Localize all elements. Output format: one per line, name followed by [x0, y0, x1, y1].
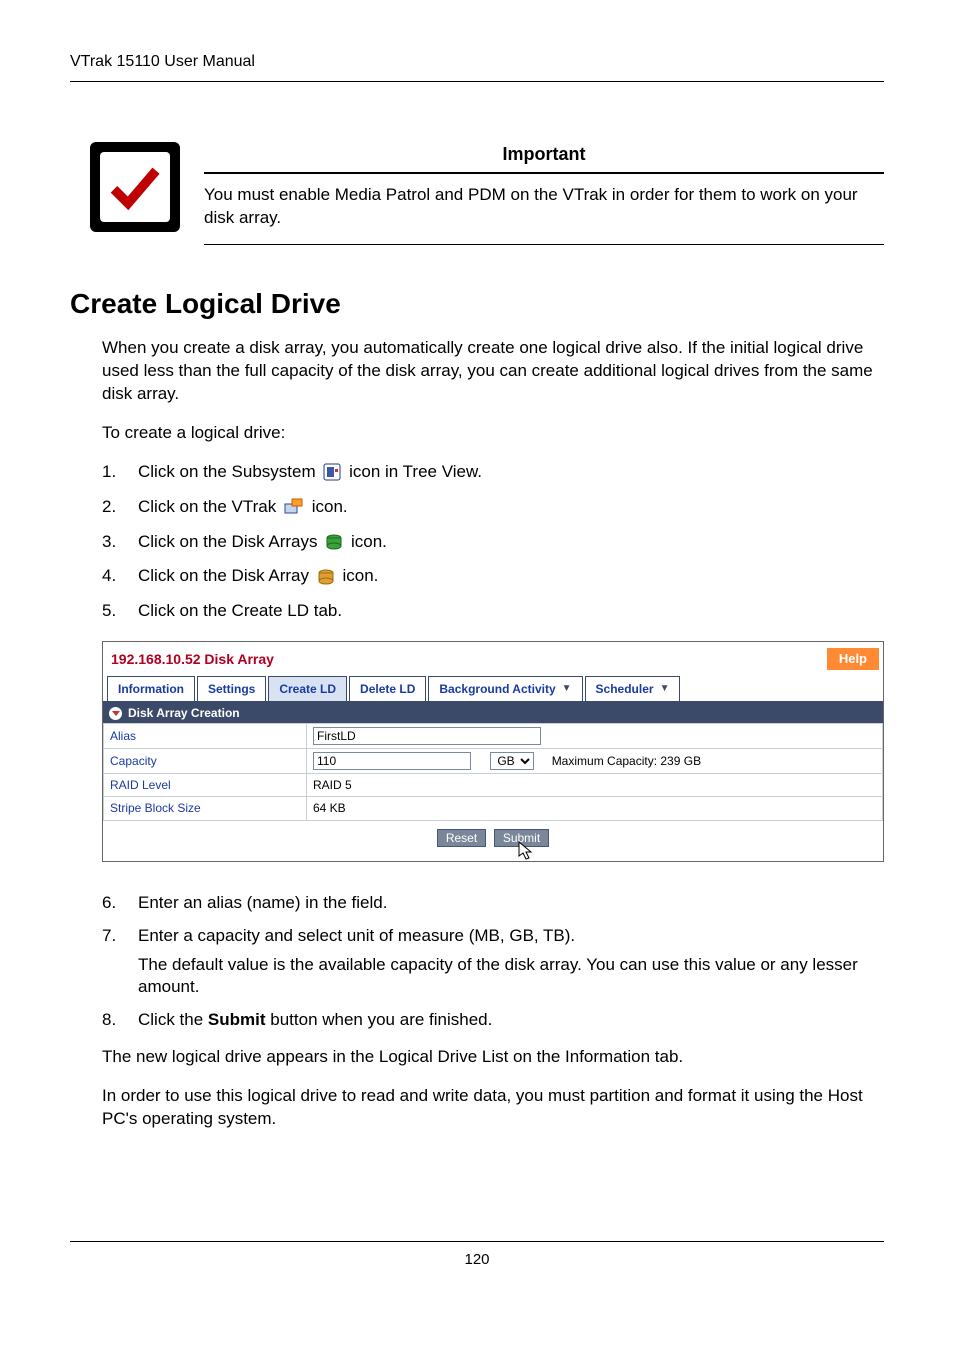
section-title: Create Logical Drive	[70, 285, 884, 323]
ui-panel: 192.168.10.52 Disk Array Help Informatio…	[102, 641, 884, 861]
intro-paragraph-1: When you create a disk array, you automa…	[102, 337, 884, 406]
ui-title: 192.168.10.52 Disk Array	[111, 650, 274, 669]
step-3: 3. Click on the Disk Arrays icon.	[102, 531, 884, 554]
expand-arrow-icon[interactable]	[109, 707, 122, 720]
disk-array-icon	[317, 569, 335, 585]
important-text: You must enable Media Patrol and PDM on …	[204, 184, 884, 230]
page-footer: 120	[70, 1241, 884, 1270]
checkmark-icon	[90, 142, 180, 232]
step-6: 6. Enter an alias (name) in the field.	[102, 892, 884, 915]
reset-button[interactable]: Reset	[437, 829, 486, 847]
vtrak-icon	[284, 498, 304, 516]
raid-level-value: RAID 5	[307, 774, 883, 797]
disk-arrays-icon	[325, 534, 343, 550]
important-heading: Important	[204, 142, 884, 166]
alias-input[interactable]	[313, 727, 541, 745]
tab-create-ld[interactable]: Create LD	[268, 676, 347, 701]
manual-title: VTrak 15110 User Manual	[70, 53, 255, 70]
max-capacity-text: Maximum Capacity: 239 GB	[552, 754, 701, 768]
step-5: 5. Click on the Create LD tab.	[102, 600, 884, 623]
capacity-label: Capacity	[104, 749, 307, 774]
stripe-block-size-label: Stripe Block Size	[104, 797, 307, 820]
tab-bar: Information Settings Create LD Delete LD…	[103, 676, 883, 703]
step-7-sub: The default value is the available capac…	[138, 954, 884, 1000]
step-4: 4. Click on the Disk Array icon.	[102, 565, 884, 588]
tab-delete-ld[interactable]: Delete LD	[349, 676, 426, 701]
step-7: 7. Enter a capacity and select unit of m…	[102, 925, 884, 1000]
help-button[interactable]: Help	[827, 648, 879, 670]
tab-scheduler[interactable]: Scheduler ▼	[585, 676, 681, 701]
tail-paragraph-1: The new logical drive appears in the Log…	[102, 1046, 884, 1069]
step-8: 8. Click the Submit button when you are …	[102, 1009, 884, 1032]
chevron-down-icon: ▼	[562, 682, 572, 696]
tab-settings[interactable]: Settings	[197, 676, 266, 701]
steps-list-a: 1. Click on the Subsystem icon in Tree V…	[102, 461, 884, 624]
subsystem-icon	[323, 463, 341, 481]
step-1: 1. Click on the Subsystem icon in Tree V…	[102, 461, 884, 484]
section-header-disk-array-creation: Disk Array Creation	[103, 703, 883, 723]
tail-paragraph-2: In order to use this logical drive to re…	[102, 1085, 884, 1131]
step-2: 2. Click on the VTrak icon.	[102, 496, 884, 519]
important-callout: Important You must enable Media Patrol a…	[90, 142, 884, 245]
submit-button[interactable]: Submit	[494, 829, 549, 847]
form-table: Alias Capacity GB Maximum Capacity: 239 …	[103, 723, 883, 820]
capacity-unit-select[interactable]: GB	[490, 752, 534, 770]
raid-level-label: RAID Level	[104, 774, 307, 797]
alias-label: Alias	[104, 724, 307, 749]
tab-background-activity[interactable]: Background Activity ▼	[428, 676, 582, 701]
tab-information[interactable]: Information	[107, 676, 195, 701]
intro-paragraph-2: To create a logical drive:	[102, 422, 884, 445]
steps-list-b: 6. Enter an alias (name) in the field. 7…	[102, 892, 884, 1033]
page-header: VTrak 15110 User Manual	[70, 50, 884, 82]
chevron-down-icon: ▼	[660, 682, 670, 696]
stripe-block-size-value: 64 KB	[307, 797, 883, 820]
page-number: 120	[464, 1251, 489, 1268]
capacity-input[interactable]	[313, 752, 471, 770]
